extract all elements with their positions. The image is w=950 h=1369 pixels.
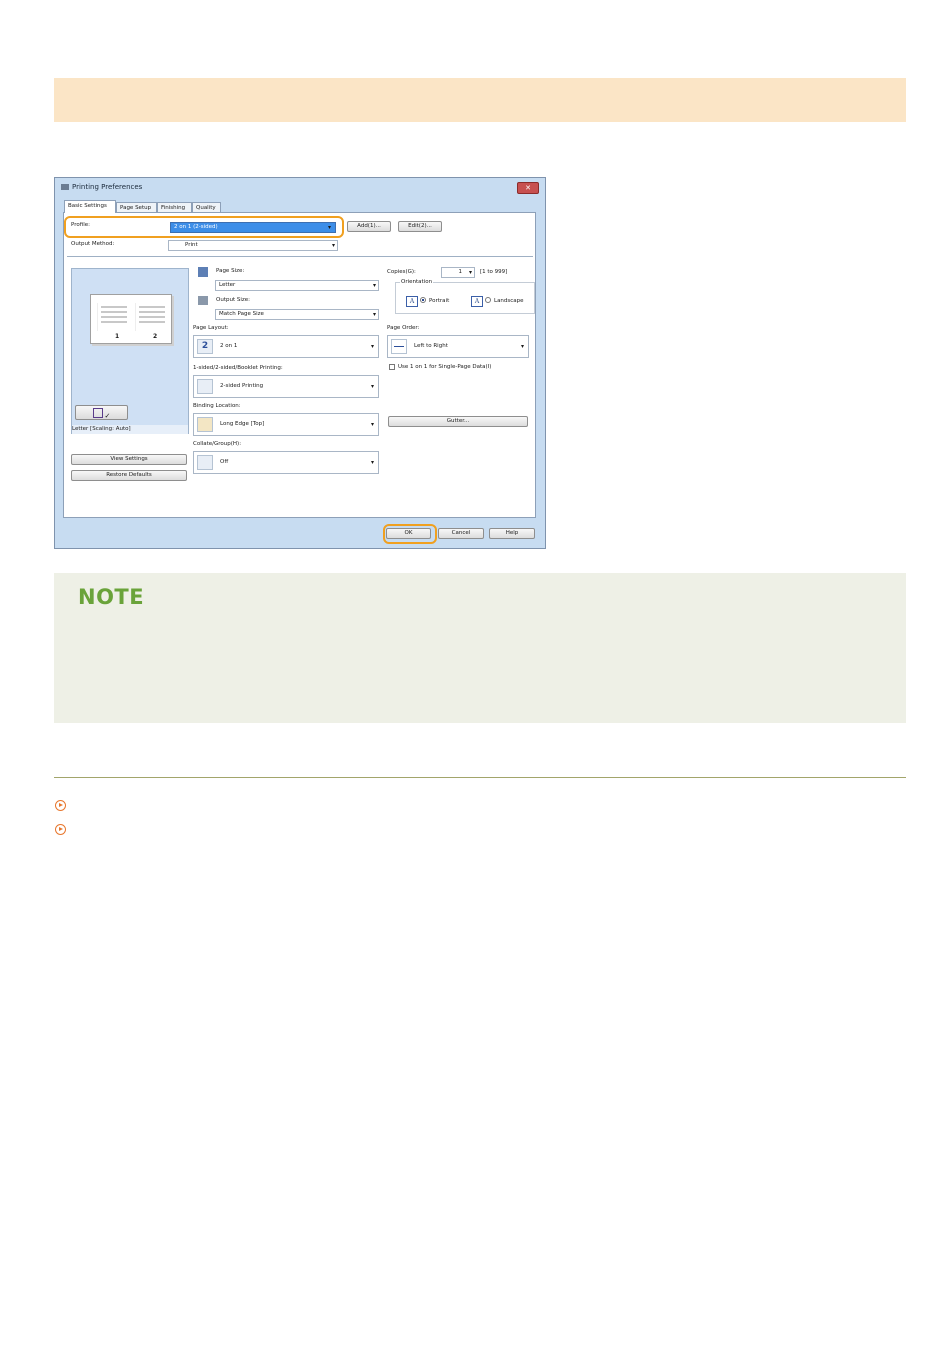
tab-page-setup[interactable]: Page Setup [116,202,157,212]
preview-page-left [97,303,130,331]
preview-sheet: 1 2 [90,294,172,344]
section-divider [54,777,906,778]
binding-icon [197,417,213,432]
profile-highlight [64,216,344,238]
copies-range: [1 to 999] [480,269,508,275]
output-method-value: Print [185,242,198,248]
binding-location-label: Binding Location: [193,403,241,409]
page-layout-select[interactable]: 2 2 on 1 ▾ [193,335,379,358]
binding-location-select[interactable]: Long Edge [Top] ▾ [193,413,379,436]
edit-profile-button[interactable]: Edit(2)... [398,221,442,232]
single-page-checkbox[interactable] [389,364,395,371]
orientation-group: Orientation A Portrait A Landscape [395,279,535,314]
landscape-radio[interactable] [485,297,491,304]
basic-settings-panel: Profile: 2 on 1 (2-sided) Add(1)... Edit… [63,212,536,518]
page-order-value: Left to Right [414,343,448,349]
add-profile-button[interactable]: Add(1)... [347,221,391,232]
print-preview: 1 2 ✓ [71,268,189,434]
sided-printing-value: 2-sided Printing [220,383,264,389]
cancel-button[interactable]: Cancel [438,528,484,539]
page-size-label: Page Size: [216,268,245,274]
link-arrow-icon[interactable] [55,800,66,811]
preview-page-number: 1 [115,333,120,340]
output-size-select[interactable]: Match Page Size [215,309,379,320]
chevron-down-icon: ▾ [370,459,374,466]
chevron-down-icon: ▾ [520,343,524,350]
orientation-legend: Orientation [400,279,434,285]
page-order-select[interactable]: Left to Right ▾ [387,335,529,358]
copies-value: 1 [458,269,463,275]
single-page-checkbox-label: Use 1 on 1 for Single-Page Data(I) [398,364,492,370]
close-icon[interactable]: ✕ [517,182,539,194]
page-layout-value: 2 on 1 [220,343,238,349]
page-size-select[interactable]: Letter [215,280,379,291]
preview-status: Letter [Scaling: Auto] [72,425,188,434]
printer-icon [61,184,69,190]
chevron-down-icon: ▾ [370,383,374,390]
divider [67,256,533,257]
portrait-icon: A [406,296,418,307]
note-box: NOTE [54,573,906,723]
copies-stepper[interactable]: 1 [441,267,475,278]
dialog-titlebar: Printing Preferences [61,183,142,191]
help-button[interactable]: Help [489,528,535,539]
tab-finishing[interactable]: Finishing [157,202,192,212]
output-size-label: Output Size: [216,297,250,303]
preview-page-right [135,303,168,331]
arrow-right-icon [391,339,407,354]
landscape-icon: A [471,296,483,307]
collate-label: Collate/Group(H): [193,441,242,447]
page-size-icon [198,267,208,277]
output-size-icon [198,296,208,305]
page-layout-label: Page Layout: [193,325,229,331]
two-sided-icon [197,379,213,394]
chevron-down-icon: ▾ [370,421,374,428]
tab-quality[interactable]: Quality [192,202,221,212]
binding-location-value: Long Edge [Top] [220,421,265,427]
collate-value: Off [220,459,229,465]
gutter-button[interactable]: Gutter... [388,416,528,427]
output-size-value: Match Page Size [219,311,264,317]
link-arrow-icon[interactable] [55,824,66,835]
ok-highlight [383,524,437,544]
page-layout-icon: 2 [197,339,213,354]
view-settings-button[interactable]: View Settings [71,454,187,465]
output-method-select[interactable]: Print [168,240,338,251]
collate-icon [197,455,213,470]
sided-printing-label: 1-sided/2-sided/Booklet Printing: [193,365,283,371]
portrait-label: Portrait [429,298,450,304]
page-order-label: Page Order: [387,325,420,331]
collate-select[interactable]: Off ▾ [193,451,379,474]
preview-page-number: 2 [153,333,158,340]
settings-view-icon: ✓ [104,412,111,420]
copies-label: Copies(G): [387,269,416,275]
chevron-down-icon: ▾ [370,343,374,350]
landscape-label: Landscape [494,298,524,304]
preview-view-toggle-button[interactable]: ✓ [75,405,128,420]
tab-basic-settings[interactable]: Basic Settings [64,200,116,213]
page-size-value: Letter [219,282,236,288]
printing-preferences-dialog: Printing Preferences ✕ Basic Settings Pa… [54,177,546,549]
portrait-radio[interactable] [420,297,426,304]
output-method-label: Output Method: [71,241,115,247]
note-title: NOTE [78,585,145,609]
section-header-band [54,78,906,122]
restore-defaults-button[interactable]: Restore Defaults [71,470,187,481]
dialog-title: Printing Preferences [72,183,143,191]
sided-printing-select[interactable]: 2-sided Printing ▾ [193,375,379,398]
page-view-icon [92,408,103,418]
